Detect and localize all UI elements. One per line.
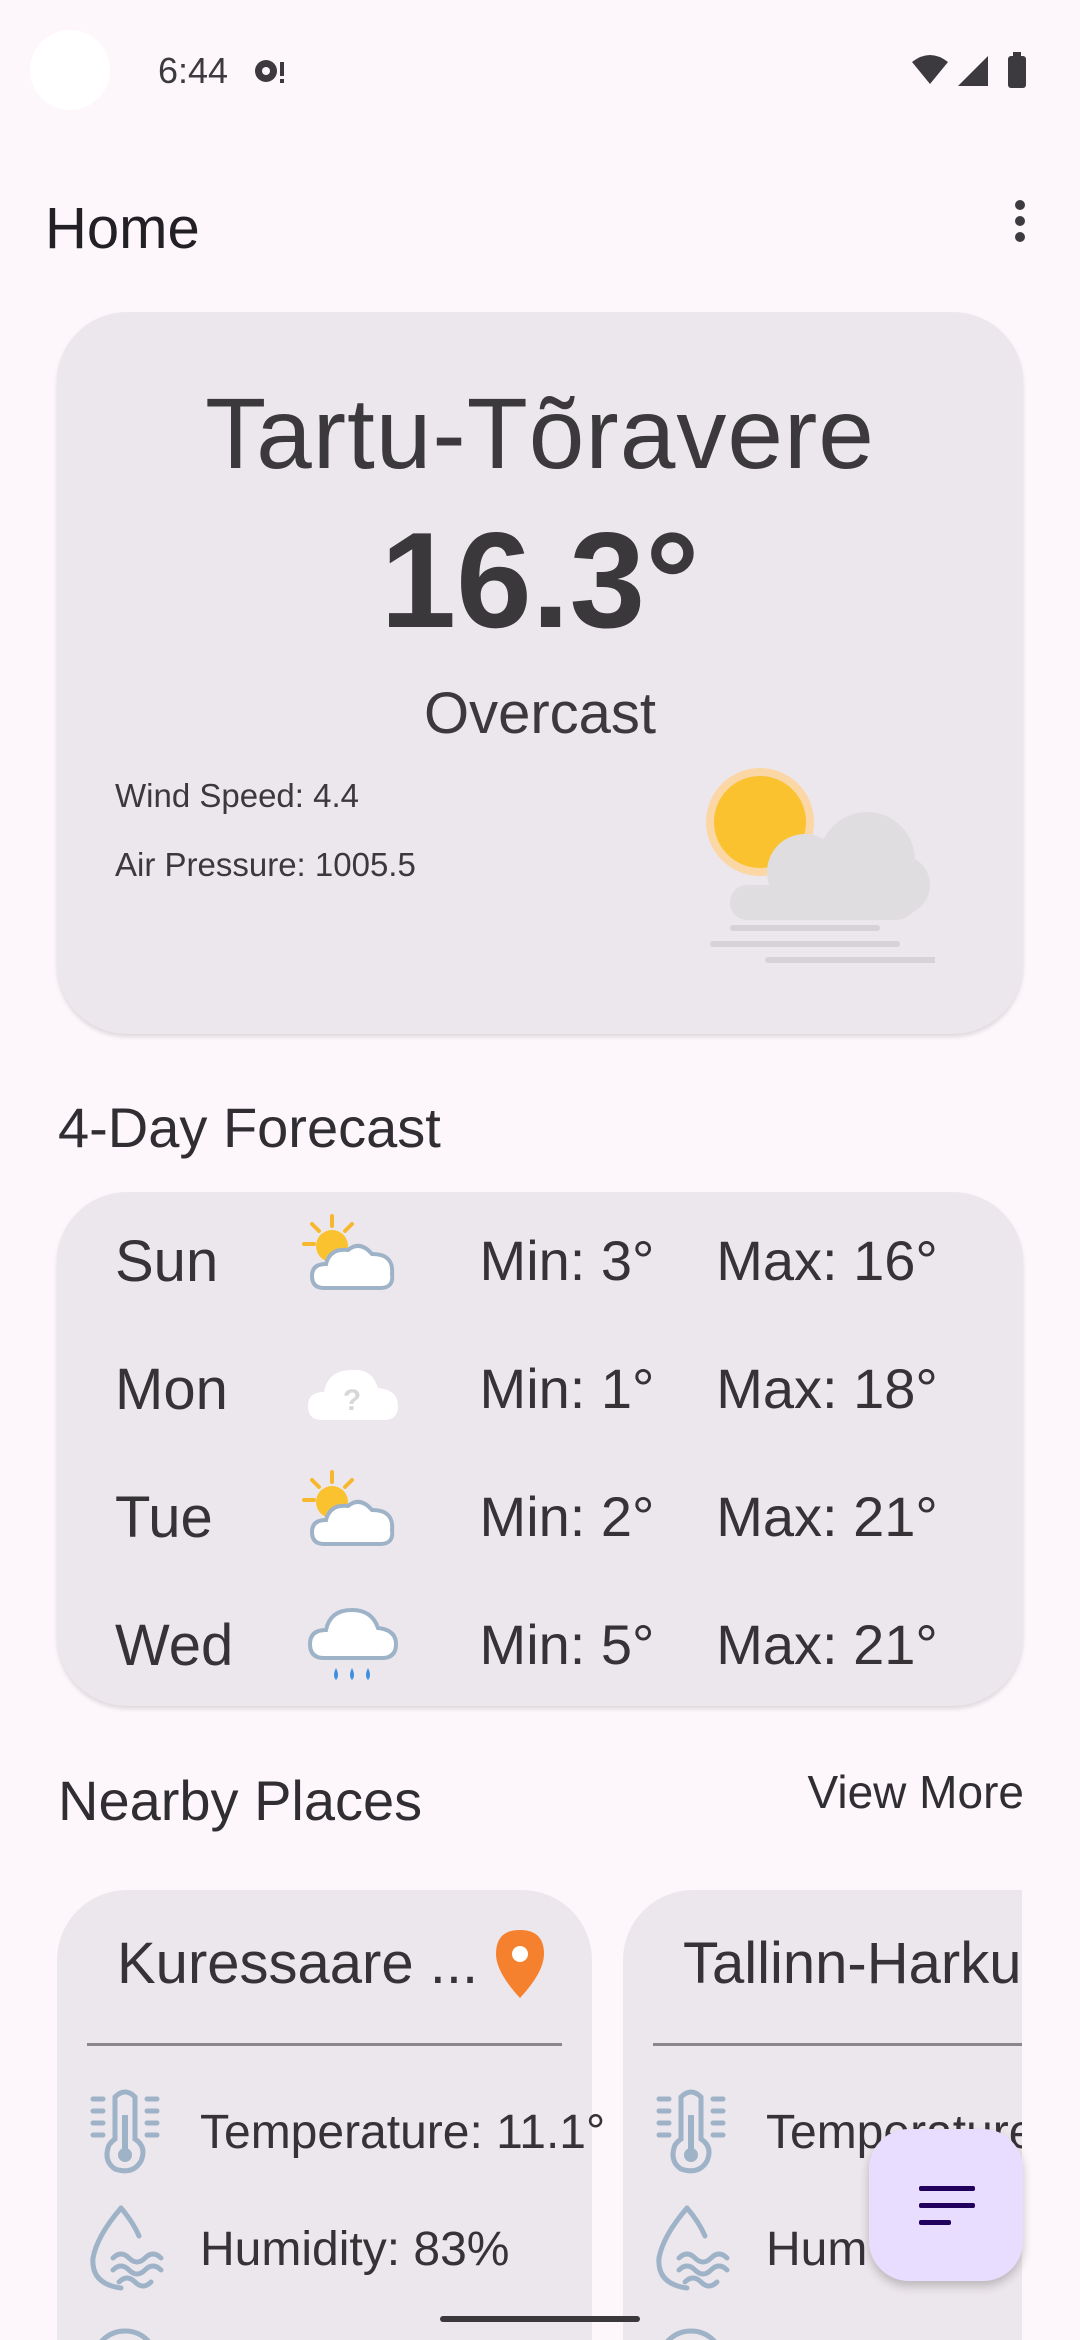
rain-cloud-icon (307, 1607, 399, 1680)
cell-signal-icon (958, 56, 988, 86)
sort-menu-icon (919, 2186, 975, 2225)
forecast-min: Min: 1° (479, 1357, 655, 1420)
forecast-row[interactable]: Wed Min: 5° Max: 21° (57, 1596, 1023, 1696)
more-options-icon[interactable] (1000, 195, 1040, 253)
forecast-day: Sun (115, 1229, 219, 1294)
sun-cloud-fog-icon (706, 768, 935, 963)
temperature-stat: Temperature: 11.1° (85, 2085, 685, 2185)
place-name: Tallinn-Harku (683, 1931, 1022, 1996)
gesture-navigation-bar[interactable] (440, 2316, 640, 2322)
forecast-card: Sun Min: 3° Max: 16° Mon ? Min: 1° Max: … (57, 1192, 1023, 1706)
forecast-max: Max: 16° (716, 1229, 938, 1292)
forecast-day: Mon (115, 1357, 228, 1422)
forecast-max: Max: 21° (716, 1613, 938, 1676)
forecast-day: Wed (115, 1613, 234, 1678)
divider (653, 2043, 1022, 2046)
battery-icon (1008, 56, 1026, 88)
forecast-min: Min: 3° (479, 1229, 655, 1292)
wifi-icon (912, 55, 948, 84)
nearby-title: Nearby Places (58, 1769, 423, 1832)
weather-condition: Overcast (423, 681, 657, 746)
app-screen: 6:44 Home Tartu-Tõravere 16.3° Overcast … (0, 0, 1080, 2340)
visibility-stat (651, 2318, 1022, 2340)
humidity-icon (90, 2205, 164, 2291)
thermometer-icon (656, 2089, 726, 2174)
status-bar: 6:44 (0, 0, 1080, 140)
unknown-cloud-icon: ? (308, 1369, 398, 1420)
forecast-day: Tue (115, 1485, 213, 1550)
humidity-value: Humidity: 83% (200, 2223, 510, 2276)
current-temperature: 16.3° (380, 504, 700, 656)
status-time: 6:44 (158, 50, 229, 91)
humidity-stat: Humidity: 83% (85, 2202, 685, 2302)
station-name: Tartu-Tõravere (205, 378, 875, 490)
air-pressure: Air Pressure: 1005.5 (115, 846, 416, 883)
forecast-min: Min: 5° (479, 1613, 655, 1676)
system-status-icons (912, 52, 1026, 88)
humidity-value: Hum (766, 2223, 868, 2276)
forecast-max: Max: 18° (716, 1357, 938, 1420)
forecast-title: 4-Day Forecast (58, 1096, 441, 1159)
page-title: Home (45, 196, 200, 261)
camera-cutout (30, 30, 110, 110)
wind-speed: Wind Speed: 4.4 (115, 777, 359, 814)
view-more-link[interactable]: View More (780, 1765, 1024, 1819)
partly-sunny-icon (302, 1214, 395, 1290)
menu-fab-button[interactable] (869, 2129, 1023, 2281)
forecast-row[interactable]: Mon ? Min: 1° Max: 18° (57, 1340, 1023, 1440)
current-weather-card[interactable]: Tartu-Tõravere 16.3° Overcast Wind Speed… (57, 312, 1023, 1034)
place-card[interactable]: Kuressaare ... Temperature: 11.1° Humidi… (57, 1890, 605, 2340)
visibility-icon (665, 2328, 717, 2340)
location-pin-icon (496, 1930, 544, 1998)
forecast-row[interactable]: Tue Min: 2° Max: 21° (57, 1468, 1023, 1568)
thermometer-icon (90, 2089, 160, 2174)
nearby-carousel[interactable]: Kuressaare ... Temperature: 11.1° Humidi… (0, 1890, 1022, 2340)
svg-text:?: ? (343, 1384, 361, 1417)
temperature-value: Temperature: 11.1° (200, 2106, 606, 2159)
partly-sunny-icon (302, 1470, 395, 1546)
humidity-icon (656, 2205, 730, 2291)
forecast-max: Max: 21° (716, 1485, 938, 1548)
visibility-icon (99, 2328, 151, 2340)
divider (87, 2043, 562, 2046)
forecast-row[interactable]: Sun Min: 3° Max: 16° (57, 1212, 1023, 1312)
forecast-min: Min: 2° (479, 1485, 655, 1548)
notification-icon (255, 60, 284, 83)
place-name: Kuressaare ... (117, 1931, 479, 1996)
